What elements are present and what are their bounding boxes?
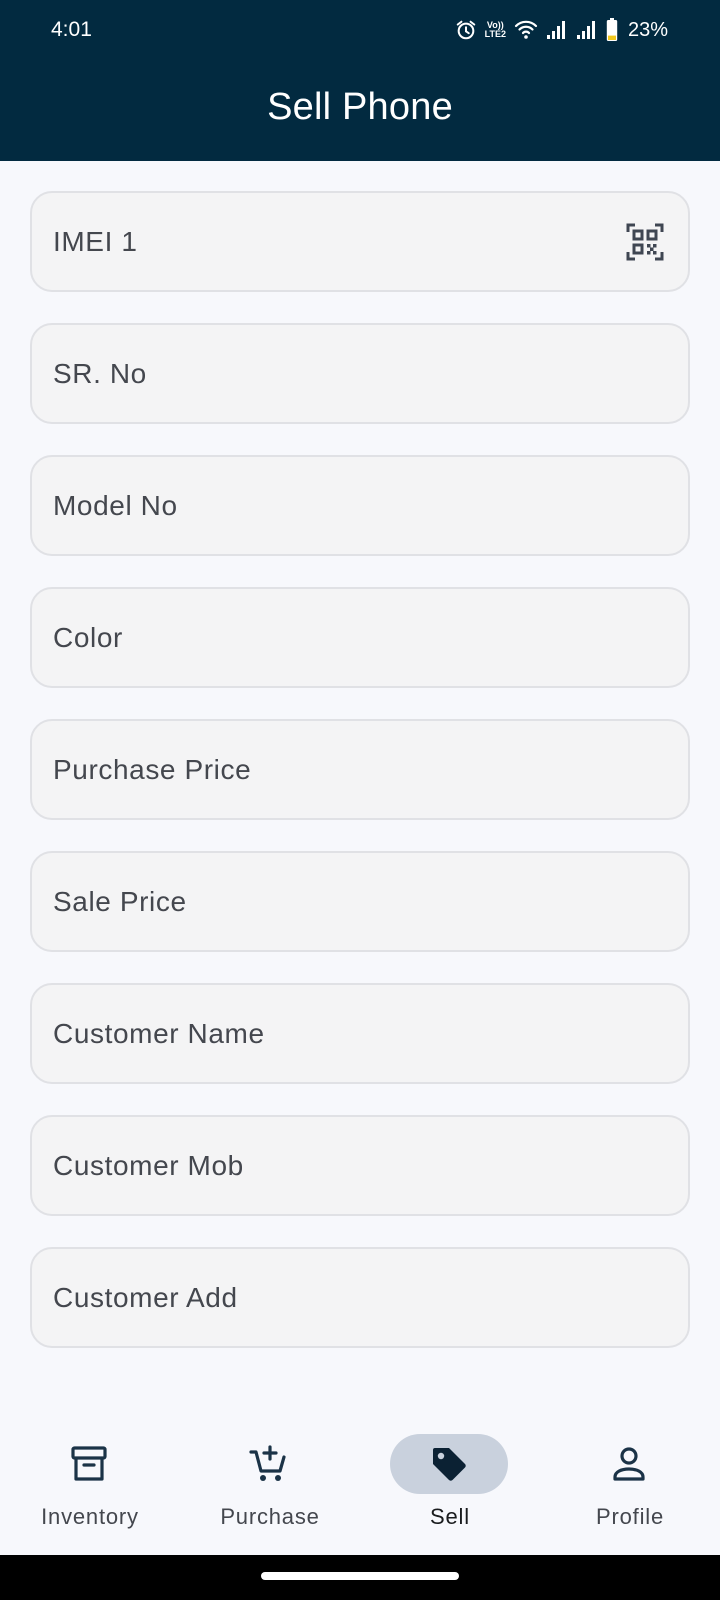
nav-item-sell[interactable]: Sell	[360, 1434, 540, 1534]
signal-icon	[546, 21, 565, 39]
nav-item-purchase[interactable]: Purchase	[180, 1434, 360, 1534]
color-label: Color	[53, 621, 123, 653]
nav-item-profile[interactable]: Profile	[540, 1434, 720, 1534]
status-bar: 4:01 Vo)) LTE2 23%	[0, 0, 720, 62]
status-time: 4:01	[51, 18, 92, 41]
model-no-label: Model No	[53, 489, 178, 521]
nav-label-inventory: Inventory	[41, 1504, 139, 1529]
customer-name-label: Customer Name	[53, 1017, 265, 1049]
customer-mob-label: Customer Mob	[53, 1149, 244, 1181]
battery-icon	[606, 18, 618, 41]
nav-item-inventory[interactable]: Inventory	[0, 1434, 180, 1534]
gesture-handle[interactable]	[261, 1572, 459, 1580]
color-field[interactable]: Color	[30, 587, 690, 688]
signal-icon-2	[576, 21, 595, 39]
tag-icon	[433, 1448, 466, 1481]
purchase-price-field[interactable]: Purchase Price	[30, 719, 690, 820]
nav-label-profile: Profile	[596, 1504, 664, 1529]
customer-mob-field[interactable]: Customer Mob	[30, 1115, 690, 1216]
purchase-price-label: Purchase Price	[53, 753, 252, 785]
volte-icon: Vo)) LTE2	[485, 21, 506, 39]
status-icons: Vo)) LTE2 23%	[455, 16, 668, 44]
customer-add-field[interactable]: Customer Add	[30, 1247, 690, 1348]
sr-no-field[interactable]: SR. No	[30, 323, 690, 424]
sale-price-label: Sale Price	[53, 885, 187, 917]
archive-box-icon	[71, 1446, 107, 1481]
sr-no-label: SR. No	[53, 357, 147, 389]
alarm-icon	[456, 20, 475, 40]
customer-add-label: Customer Add	[53, 1281, 238, 1313]
qr-scan-icon[interactable]	[626, 223, 664, 261]
nav-label-sell: Sell	[430, 1504, 470, 1529]
bottom-navigation: Inventory Purchase Sell Profile	[0, 1400, 720, 1555]
cart-add-icon	[249, 1445, 286, 1481]
model-no-field[interactable]: Model No	[30, 455, 690, 556]
system-navigation-bar	[0, 1555, 720, 1600]
person-icon	[613, 1447, 645, 1481]
page-title: Sell Phone	[267, 86, 453, 128]
battery-percent: 23%	[627, 18, 668, 41]
app-header: 4:01 Vo)) LTE2 23% Sell Phone	[0, 0, 720, 161]
imei-1-label: IMEI 1	[53, 225, 138, 257]
nav-label-purchase: Purchase	[220, 1504, 320, 1529]
sell-phone-form: IMEI 1 SR. No Model No Color Purchase Pr…	[30, 191, 690, 1379]
customer-name-field[interactable]: Customer Name	[30, 983, 690, 1084]
volte-bottom-text: LTE2	[484, 29, 506, 39]
sale-price-field[interactable]: Sale Price	[30, 851, 690, 952]
imei-1-field[interactable]: IMEI 1	[30, 191, 690, 292]
wifi-icon	[514, 20, 538, 39]
